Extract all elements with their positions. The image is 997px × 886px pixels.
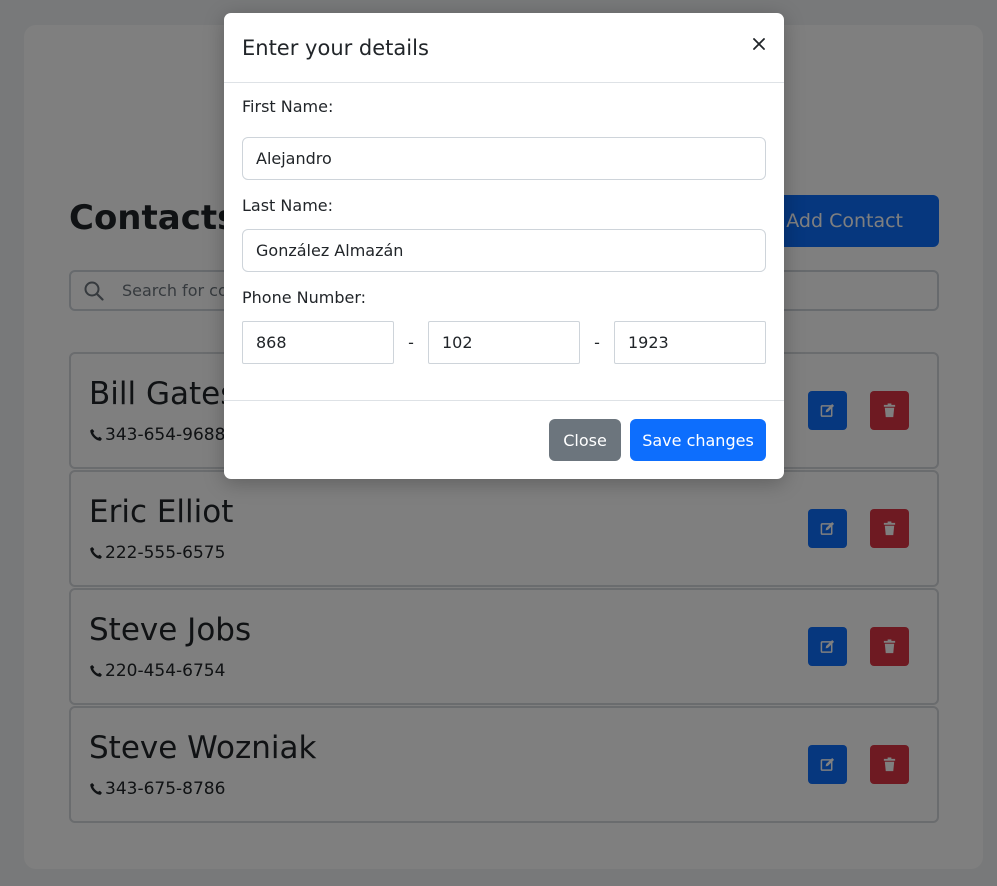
modal-header: Enter your details: [224, 13, 784, 83]
phone-line-input[interactable]: [614, 321, 766, 364]
phone-number-row: - -: [242, 321, 766, 364]
phone-separator: -: [594, 333, 600, 352]
first-name-input[interactable]: [242, 137, 766, 180]
close-icon: [753, 38, 765, 50]
close-button[interactable]: Close: [549, 419, 621, 461]
modal-title: Enter your details: [242, 36, 429, 60]
modal-body: First Name: Last Name: Phone Number: - -: [242, 95, 766, 364]
save-changes-button[interactable]: Save changes: [630, 419, 766, 461]
phone-number-label: Phone Number:: [242, 288, 367, 307]
modal-footer: Close Save changes: [224, 400, 784, 479]
phone-separator: -: [408, 333, 414, 352]
modal-close-button[interactable]: [748, 33, 770, 55]
first-name-label: First Name:: [242, 97, 334, 116]
last-name-input[interactable]: [242, 229, 766, 272]
phone-prefix-input[interactable]: [428, 321, 580, 364]
details-modal: Enter your details First Name: Last Name…: [224, 13, 784, 479]
phone-area-input[interactable]: [242, 321, 394, 364]
last-name-label: Last Name:: [242, 196, 334, 215]
